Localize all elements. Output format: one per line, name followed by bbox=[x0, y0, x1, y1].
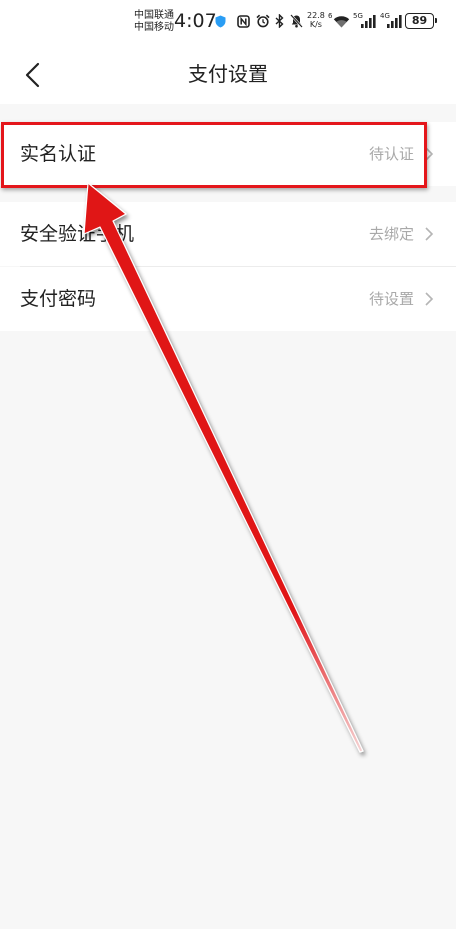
annotation-arrow bbox=[83, 182, 364, 753]
